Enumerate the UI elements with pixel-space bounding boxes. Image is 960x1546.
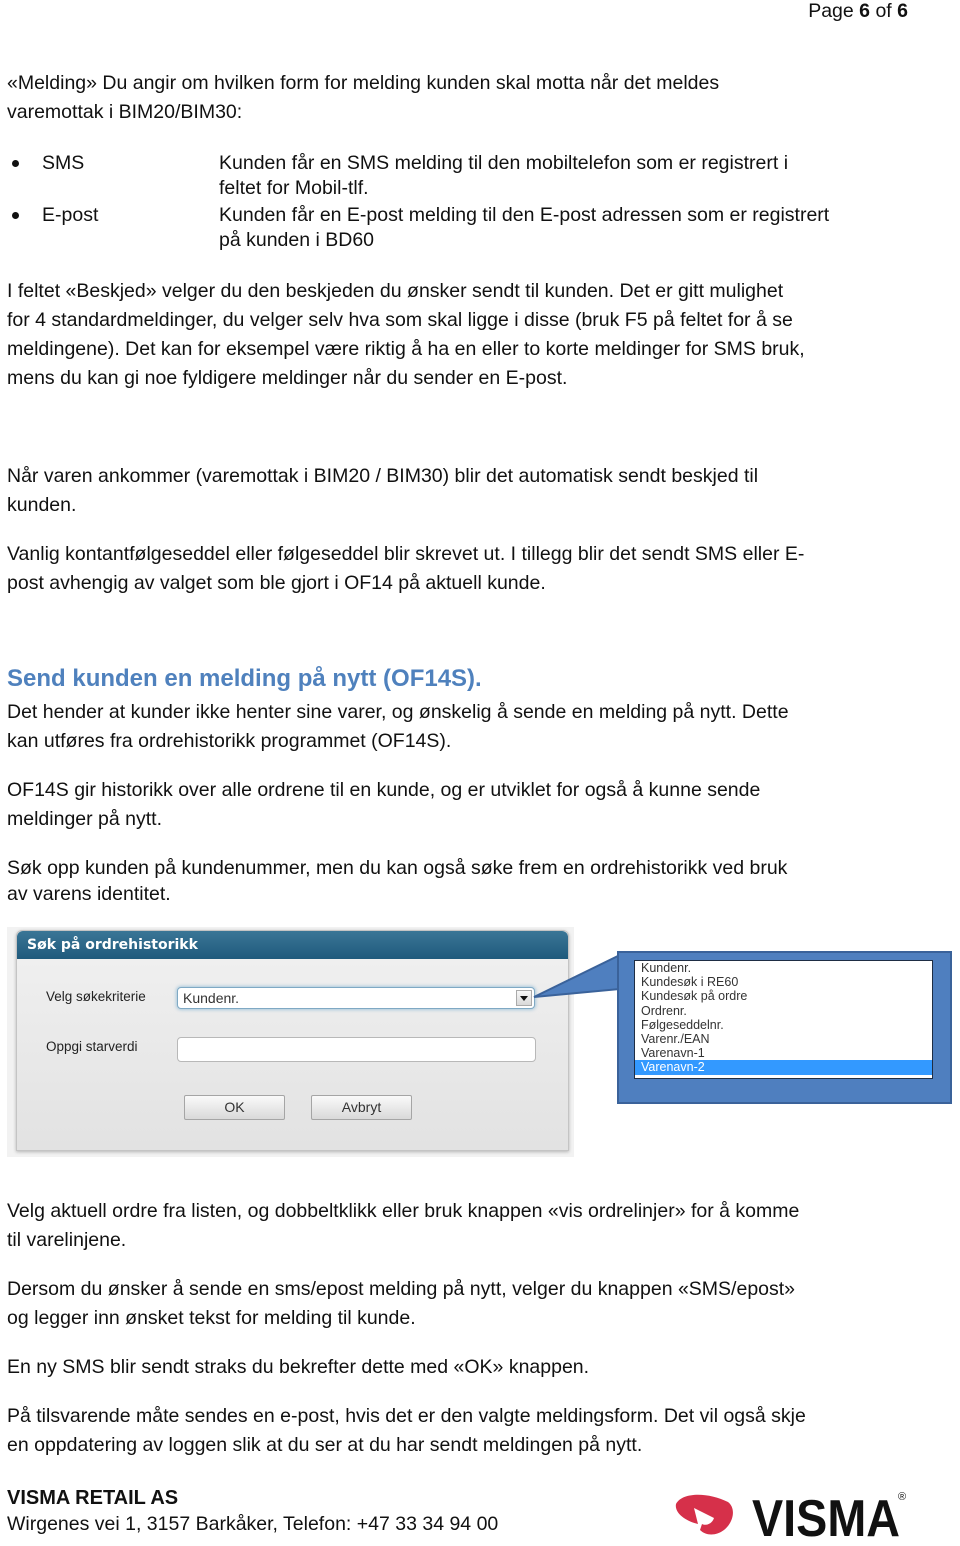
registered-icon: ® <box>898 1491 906 1503</box>
list-item[interactable]: Ordrenr. <box>635 1004 932 1018</box>
start-value-label: Oppgi starverdi <box>46 1039 138 1054</box>
text-line: Dersom du ønsker å sende en sms/epost me… <box>7 1278 796 1300</box>
text-line: post avhengig av valget som ble gjort i … <box>7 572 546 594</box>
criteria-options-list[interactable]: Kundenr. Kundesøk i RE60 Kundesøk på ord… <box>634 960 933 1079</box>
section-heading: Send kunden en melding på nytt (OF14S). <box>7 665 482 692</box>
text-line: En ny SMS blir sendt straks du bekrefter… <box>7 1356 590 1378</box>
list-item[interactable]: Følgeseddelnr. <box>635 1018 932 1032</box>
criteria-select-value: Kundenr. <box>183 990 240 1006</box>
text-line: Søk opp kunden på kundenummer, men du ka… <box>7 857 788 879</box>
bullet-term: E-post <box>42 204 99 226</box>
visma-logo: VISMA ® <box>675 1490 906 1542</box>
search-dialog: Søk på ordrehistorikk Velg søkekriterie … <box>16 930 569 1151</box>
text-line: På tilsvarende måte sendes en e-post, hv… <box>7 1405 806 1427</box>
callout-arrow <box>533 953 621 998</box>
text-line: av varens identitet. <box>7 883 171 905</box>
bullet-icon <box>12 160 19 167</box>
dialog-screenshot: Søk på ordrehistorikk Velg søkekriterie … <box>7 927 574 1157</box>
page-number: Page 6 of 6 <box>808 0 908 22</box>
text-line: for 4 standardmeldinger, du velger selv … <box>7 309 793 331</box>
text-line: til varelinjene. <box>7 1229 127 1251</box>
bullet-term: SMS <box>42 152 85 174</box>
dialog-title: Søk på ordrehistorikk <box>17 931 568 959</box>
list-item[interactable]: Kundesøk på ordre <box>635 989 932 1003</box>
text-line: Det hender at kunder ikke henter sine va… <box>7 701 789 723</box>
list-item-selected[interactable]: Varenavn-2 <box>635 1060 932 1075</box>
footer-address: Wirgenes vei 1, 3157 Barkåker, Telefon: … <box>7 1513 499 1535</box>
text-line: og legger inn ønsket tekst for melding t… <box>7 1307 416 1329</box>
list-item[interactable]: Kundenr. <box>635 961 932 975</box>
intro-line-2: varemottak i BIM20/BIM30: <box>7 101 243 123</box>
text-line: kunden. <box>7 494 77 516</box>
footer-company: VISMA RETAIL AS <box>7 1487 179 1509</box>
ok-button[interactable]: OK <box>184 1095 285 1120</box>
criteria-select[interactable]: Kundenr. <box>177 987 535 1009</box>
callout-pointer <box>533 953 621 998</box>
bullet-desc: Kunden får en SMS melding til den mobilt… <box>219 152 789 199</box>
visma-logo-mark <box>675 1494 733 1535</box>
list-item[interactable]: Varenavn-1 <box>635 1046 932 1060</box>
cancel-button[interactable]: Avbryt <box>311 1095 412 1120</box>
start-value-input[interactable] <box>177 1037 536 1062</box>
text-line: OF14S gir historikk over alle ordrene ti… <box>7 779 761 801</box>
list-item[interactable]: Kundesøk i RE60 <box>635 975 932 989</box>
text-line: Vanlig kontantfølgeseddel eller følgesed… <box>7 543 805 565</box>
intro-line-1: «Melding» Du angir om hvilken form for m… <box>7 72 720 94</box>
text-line: en oppdatering av loggen slik at du ser … <box>7 1434 643 1456</box>
bullet-icon <box>12 212 19 219</box>
text-line: Velg aktuell ordre fra listen, og dobbel… <box>7 1200 800 1222</box>
text-line: meldinger på nytt. <box>7 808 163 830</box>
text-line: mens du kan gi noe fyldigere meldinger n… <box>7 367 568 389</box>
criteria-label: Velg søkekriterie <box>46 989 146 1004</box>
list-item[interactable]: Varenr./EAN <box>635 1032 932 1046</box>
bullet-desc: Kunden får en E-post melding til den E-p… <box>219 204 830 251</box>
text-line: kan utføres fra ordrehistorikk programme… <box>7 730 452 752</box>
text-line: Når varen ankommer (varemottak i BIM20 /… <box>7 465 759 487</box>
text-line: I feltet «Beskjed» velger du den beskjed… <box>7 280 784 302</box>
visma-logo-text: VISMA <box>752 1490 900 1542</box>
text-line: meldingene). Det kan for eksempel være r… <box>7 338 805 360</box>
